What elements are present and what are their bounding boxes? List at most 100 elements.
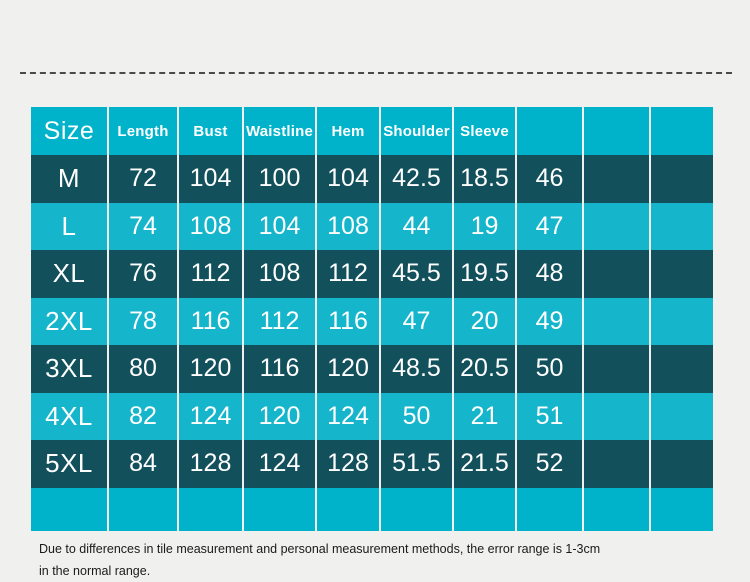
cell-extra-1: 48: [516, 250, 584, 298]
blank-cell: [650, 487, 713, 531]
blank-cell: [243, 487, 317, 531]
cell-shoulder: 44: [380, 202, 454, 250]
cell-extra-2: [583, 392, 651, 440]
cell-bust: 124: [178, 392, 244, 440]
blank-cell: [516, 487, 584, 531]
blank-cell: [31, 487, 109, 531]
column-header-blank-3: [650, 107, 713, 155]
cell-shoulder: 45.5: [380, 250, 454, 298]
column-header-hem: Hem: [316, 107, 381, 155]
table-row: 5XL 84 128 124 128 51.5 21.5 52: [31, 440, 713, 488]
table-row: 4XL 82 124 120 124 50 21 51: [31, 392, 713, 440]
cell-extra-3: [650, 392, 713, 440]
cell-shoulder: 47: [380, 297, 454, 345]
disclaimer-line-1: Due to differences in tile measurement a…: [39, 542, 601, 556]
cell-extra-3: [650, 297, 713, 345]
cell-waistline: 116: [243, 345, 317, 393]
cell-sleeve: 20.5: [453, 345, 517, 393]
cell-size: M: [31, 155, 109, 203]
cell-sleeve: 19.5: [453, 250, 517, 298]
cell-sleeve: 21: [453, 392, 517, 440]
cell-bust: 128: [178, 440, 244, 488]
cell-hem: 120: [316, 345, 381, 393]
cell-sleeve: 19: [453, 202, 517, 250]
blank-cell: [380, 487, 454, 531]
cell-bust: 104: [178, 155, 244, 203]
cell-extra-2: [583, 297, 651, 345]
cell-extra-1: 49: [516, 297, 584, 345]
cell-extra-1: 47: [516, 202, 584, 250]
blank-cell: [108, 487, 179, 531]
table-header: Size Length Bust Waistline Hem Shoulder …: [31, 107, 713, 155]
cell-hem: 124: [316, 392, 381, 440]
table-row: M 72 104 100 104 42.5 18.5 46: [31, 155, 713, 203]
cell-shoulder: 42.5: [380, 155, 454, 203]
cell-bust: 120: [178, 345, 244, 393]
size-chart-container: Size Length Bust Waistline Hem Shoulder …: [31, 107, 713, 531]
divider-container: [0, 72, 750, 76]
cell-extra-3: [650, 250, 713, 298]
cell-waistline: 104: [243, 202, 317, 250]
header-row: Size Length Bust Waistline Hem Shoulder …: [31, 107, 713, 155]
cell-size: 2XL: [31, 297, 109, 345]
cell-sleeve: 20: [453, 297, 517, 345]
cell-length: 76: [108, 250, 179, 298]
cell-waistline: 120: [243, 392, 317, 440]
cell-sleeve: 21.5: [453, 440, 517, 488]
cell-waistline: 100: [243, 155, 317, 203]
cell-length: 78: [108, 297, 179, 345]
table-body: M 72 104 100 104 42.5 18.5 46 L 74 108 1…: [31, 155, 713, 531]
table-row: 3XL 80 120 116 120 48.5 20.5 50: [31, 345, 713, 393]
cell-extra-2: [583, 202, 651, 250]
cell-bust: 108: [178, 202, 244, 250]
cell-hem: 112: [316, 250, 381, 298]
table-row: XL 76 112 108 112 45.5 19.5 48: [31, 250, 713, 298]
column-header-bust: Bust: [178, 107, 244, 155]
table-row: 2XL 78 116 112 116 47 20 49: [31, 297, 713, 345]
cell-extra-1: 51: [516, 392, 584, 440]
blank-cell: [178, 487, 244, 531]
column-header-sleeve: Sleeve: [453, 107, 517, 155]
cell-bust: 112: [178, 250, 244, 298]
cell-shoulder: 51.5: [380, 440, 454, 488]
cell-extra-3: [650, 202, 713, 250]
column-header-size: Size: [31, 107, 109, 155]
cell-extra-3: [650, 345, 713, 393]
column-header-length: Length: [108, 107, 179, 155]
size-chart-table: Size Length Bust Waistline Hem Shoulder …: [31, 107, 713, 531]
cell-waistline: 112: [243, 297, 317, 345]
cell-extra-2: [583, 250, 651, 298]
cell-length: 72: [108, 155, 179, 203]
cell-size: L: [31, 202, 109, 250]
table-footer-blank-row: [31, 487, 713, 531]
cell-sleeve: 18.5: [453, 155, 517, 203]
cell-extra-1: 46: [516, 155, 584, 203]
blank-cell: [583, 487, 651, 531]
cell-hem: 108: [316, 202, 381, 250]
cell-waistline: 108: [243, 250, 317, 298]
cell-extra-2: [583, 440, 651, 488]
cell-extra-1: 52: [516, 440, 584, 488]
cell-extra-3: [650, 440, 713, 488]
dashed-separator-line: [20, 72, 732, 74]
cell-hem: 128: [316, 440, 381, 488]
cell-bust: 116: [178, 297, 244, 345]
cell-length: 82: [108, 392, 179, 440]
cell-waistline: 124: [243, 440, 317, 488]
measurement-disclaimer-note: Due to differences in tile measurement a…: [39, 538, 739, 582]
cell-hem: 116: [316, 297, 381, 345]
cell-length: 74: [108, 202, 179, 250]
cell-extra-1: 50: [516, 345, 584, 393]
cell-length: 80: [108, 345, 179, 393]
cell-size: XL: [31, 250, 109, 298]
table-row: L 74 108 104 108 44 19 47: [31, 202, 713, 250]
cell-extra-2: [583, 155, 651, 203]
column-header-waistline: Waistline: [243, 107, 317, 155]
column-header-blank-2: [583, 107, 651, 155]
cell-extra-3: [650, 155, 713, 203]
cell-size: 5XL: [31, 440, 109, 488]
cell-shoulder: 48.5: [380, 345, 454, 393]
cell-extra-2: [583, 345, 651, 393]
blank-cell: [453, 487, 517, 531]
cell-hem: 104: [316, 155, 381, 203]
